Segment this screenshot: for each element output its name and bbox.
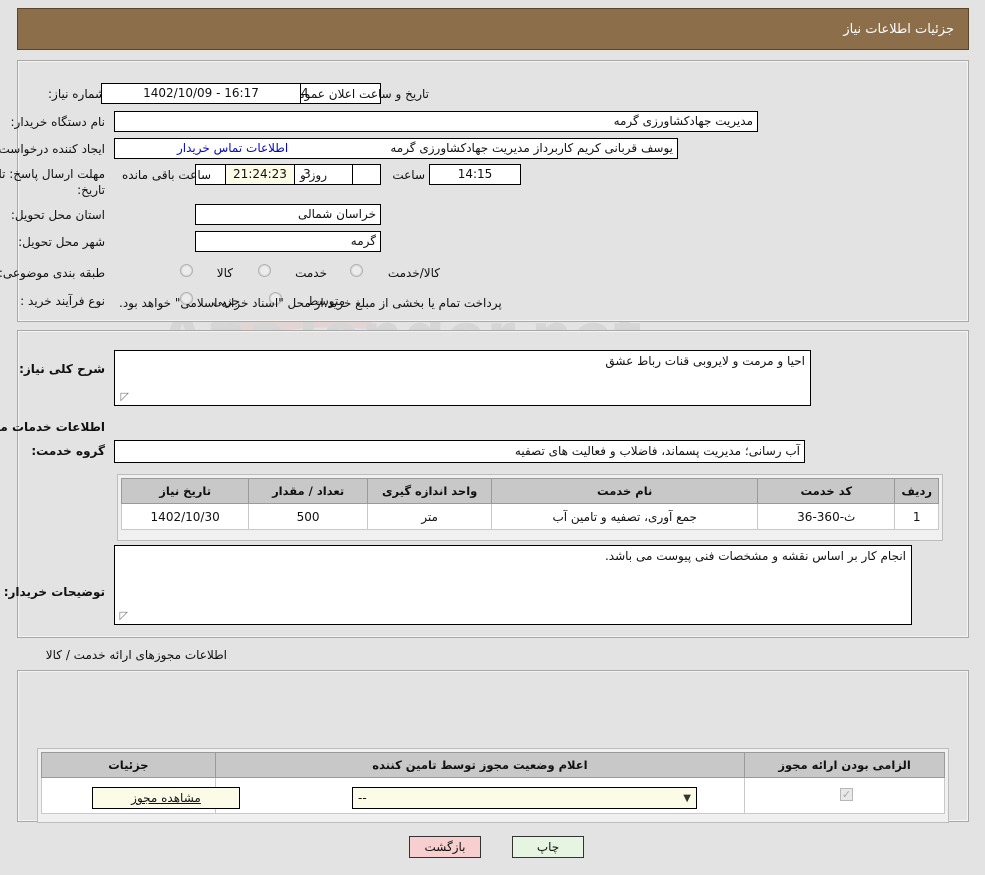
licences-section-title: اطلاعات مجوزهای ارائه خدمت / کالا <box>45 648 227 662</box>
remaining-days-unit: روز و <box>300 168 327 182</box>
general-description-input[interactable] <box>114 350 811 406</box>
general-description-resizer[interactable]: ◸ <box>118 391 129 402</box>
page-title: جزئیات اطلاعات نیاز <box>17 8 969 50</box>
licences-table-header-row: الزامی بودن ارائه مجوز اعلام وضعیت مجوز … <box>41 752 945 778</box>
delivery-province-value: خراسان شمالی <box>195 204 381 225</box>
th-row: ردیف <box>894 478 939 504</box>
cell-code: ث-360-36 <box>757 503 896 530</box>
th-quantity: تعداد / مقدار <box>248 478 368 504</box>
buyer-org-value: مدیریت جهادکشاورزی گرمه <box>114 111 758 132</box>
buyer-org-label: نام دستگاه خریدار: <box>10 115 106 129</box>
purchase-process-label: نوع فرآیند خرید : <box>20 294 105 308</box>
page-root: AnaTender.net جزئیات اطلاعات نیاز شماره … <box>0 0 985 875</box>
payment-note: پرداخت تمام یا بخشی از مبلغ خرید،از محل … <box>119 296 502 310</box>
licence-status-select[interactable]: ▼ -- <box>352 787 697 809</box>
services-table: ردیف کد خدمت نام خدمت واحد اندازه گیری ت… <box>120 478 939 530</box>
page-title-text: جزئیات اطلاعات نیاز <box>843 21 954 37</box>
th-code: کد خدمت <box>757 478 896 504</box>
request-creator-label: ایجاد کننده درخواست: <box>0 142 105 156</box>
view-licence-button[interactable]: مشاهده مجوز <box>92 787 240 809</box>
deadline-label-line2: تاریخ: <box>77 183 105 197</box>
cell-date: 1402/10/30 <box>120 503 250 530</box>
radio-category-kala[interactable] <box>180 264 193 277</box>
services-info-title: اطلاعات خدمات مورد نیاز <box>0 420 105 434</box>
th-licence-required: الزامی بودن ارائه مجوز <box>744 752 945 778</box>
radio-category-khadamat-label: خدمت <box>295 266 327 280</box>
buyer-contact-link[interactable]: اطلاعات تماس خریدار <box>177 141 288 155</box>
radio-category-khadamat[interactable] <box>258 264 271 277</box>
remaining-time-label: ساعت باقی مانده <box>122 168 212 182</box>
cell-unit: متر <box>366 503 493 530</box>
cell-quantity: 500 <box>248 503 368 530</box>
licence-status-value: -- <box>358 791 367 805</box>
table-row: 1 ث-360-36 جمع آوری، تصفیه و تامین آب مت… <box>120 503 939 530</box>
buyer-notes-input[interactable] <box>114 545 912 625</box>
radio-category-kala-khadamat-label: کالا/خدمت <box>387 266 440 280</box>
licence-required-checkbox[interactable]: ✓ <box>840 788 853 801</box>
deadline-time-value: 14:15 <box>429 164 521 185</box>
cell-name: جمع آوری، تصفیه و تامین آب <box>491 503 759 530</box>
remaining-time-value: 21:24:23 <box>225 164 295 185</box>
delivery-city-value: گرمه <box>195 231 381 252</box>
service-group-value: آب رسانی؛ مدیریت پسماند، فاضلاب و فعالیت… <box>114 440 805 463</box>
deadline-time-label: ساعت <box>392 168 425 182</box>
radio-category-kala-label: کالا <box>216 266 233 280</box>
th-licence-details: جزئیات <box>41 752 216 778</box>
back-button[interactable]: بازگشت <box>409 836 481 858</box>
cell-row: 1 <box>894 503 939 530</box>
announce-datetime-value: 16:17 - 1402/10/09 <box>101 83 301 104</box>
th-licence-status: اعلام وضعیت مجوز توسط تامین کننده <box>214 752 746 778</box>
buyer-notes-resizer[interactable]: ◸ <box>117 610 128 621</box>
service-group-label: گروه خدمت: <box>31 444 105 458</box>
need-number-label: شماره نیاز: <box>48 87 105 101</box>
print-button[interactable]: چاپ <box>512 836 584 858</box>
chevron-down-icon: ▼ <box>683 792 691 804</box>
radio-category-kala-khadamat[interactable] <box>350 264 363 277</box>
th-date: تاریخ نیاز <box>120 478 250 504</box>
deadline-label-line1: مهلت ارسال پاسخ: تا <box>0 167 105 181</box>
subject-category-label: طبقه بندی موضوعی: <box>0 266 105 280</box>
general-description-label: شرح کلی نیاز: <box>19 362 105 376</box>
buyer-notes-label: توضیحات خریدار: <box>3 585 105 599</box>
delivery-city-label: شهر محل تحویل: <box>18 235 105 249</box>
delivery-province-label: استان محل تحویل: <box>10 208 105 222</box>
th-name: نام خدمت <box>491 478 759 504</box>
services-table-header-row: ردیف کد خدمت نام خدمت واحد اندازه گیری ت… <box>120 478 939 504</box>
th-unit: واحد اندازه گیری <box>366 478 493 504</box>
